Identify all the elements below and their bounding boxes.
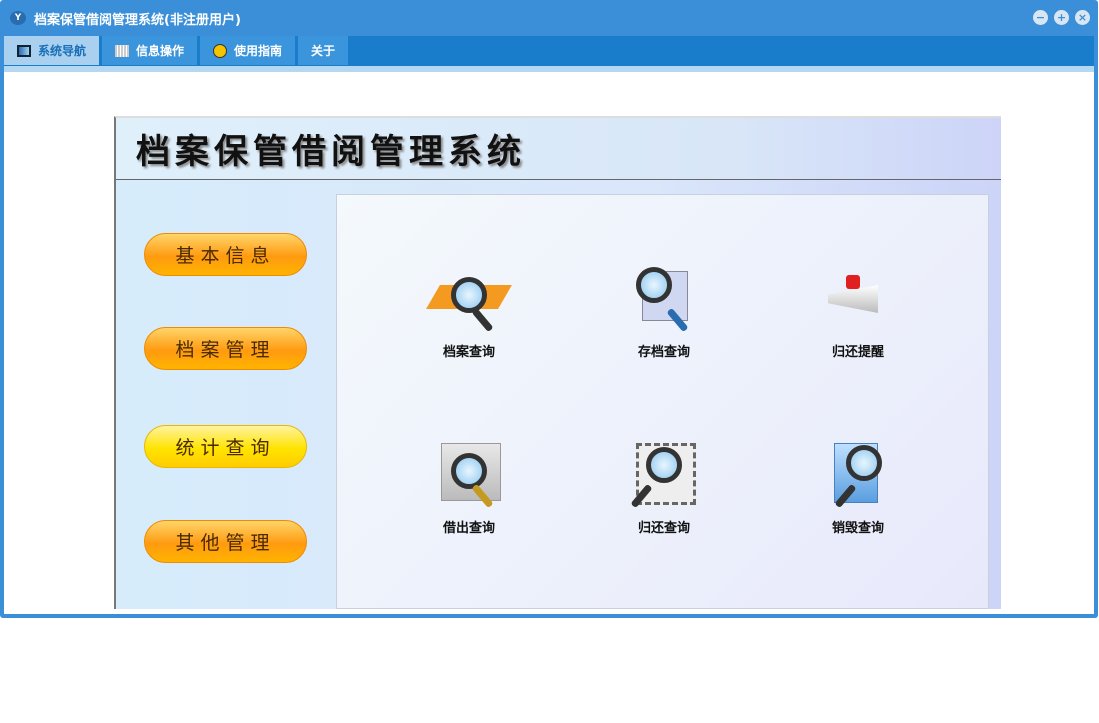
storage-query-item[interactable]: 存档查询 <box>604 263 724 360</box>
tab-label: 信息操作 <box>136 44 185 58</box>
nav-basic-info[interactable]: 基本信息 <box>144 233 307 276</box>
tab-bar: 系统导航 信息操作 使用指南 关于 <box>4 36 1094 66</box>
item-label: 归还提醒 <box>831 345 884 360</box>
loan-query-item[interactable]: 借出查询 <box>409 439 529 536</box>
item-label: 销毁查询 <box>831 521 884 536</box>
tab-label: 系统导航 <box>38 44 87 58</box>
tab-info-ops[interactable]: 信息操作 <box>102 36 198 65</box>
help-icon <box>213 43 228 58</box>
nav-stats-query[interactable]: 统计查询 <box>144 425 307 468</box>
monitor-icon <box>17 44 31 57</box>
files-search-icon <box>818 439 898 509</box>
item-label: 归还查询 <box>637 521 690 536</box>
minimize-button[interactable]: − <box>1033 10 1048 25</box>
title-bar: Y 档案保管借阅管理系统(非注册用户) <box>0 0 1098 36</box>
item-label: 存档查询 <box>637 345 690 360</box>
return-query-item[interactable]: 归还查询 <box>604 439 724 536</box>
archive-search-icon <box>624 263 704 333</box>
function-grid: 档案查询 存档查询 归还提醒 借出查询 归还查询 销毁查询 <box>336 194 989 609</box>
film-search-icon <box>624 439 704 509</box>
item-label: 档案查询 <box>442 345 495 360</box>
tab-guide[interactable]: 使用指南 <box>200 36 296 65</box>
tab-about[interactable]: 关于 <box>298 36 349 65</box>
main-panel: 档案保管借阅管理系统 基本信息 档案管理 统计查询 其他管理 档案查询 存档查询… <box>114 116 1001 609</box>
grid-icon <box>115 44 130 57</box>
picture-search-icon <box>429 439 509 509</box>
megaphone-icon <box>818 263 898 333</box>
tab-system-nav[interactable]: 系统导航 <box>4 36 100 65</box>
window-title: 档案保管借阅管理系统(非注册用户) <box>34 12 241 28</box>
archive-query-item[interactable]: 档案查询 <box>409 263 529 360</box>
close-button[interactable]: × <box>1075 10 1090 25</box>
destroy-query-item[interactable]: 销毁查询 <box>798 439 918 536</box>
banner-title: 档案保管借阅管理系统 <box>116 118 1001 180</box>
nav-other-manage[interactable]: 其他管理 <box>144 520 307 563</box>
nav-archive-manage[interactable]: 档案管理 <box>144 327 307 370</box>
maximize-button[interactable]: + <box>1054 10 1069 25</box>
tab-label: 使用指南 <box>234 44 283 58</box>
return-reminder-item[interactable]: 归还提醒 <box>798 263 918 360</box>
tab-label: 关于 <box>311 44 336 58</box>
item-label: 借出查询 <box>442 521 495 536</box>
app-logo-icon: Y <box>10 11 26 25</box>
book-search-icon <box>426 263 512 333</box>
